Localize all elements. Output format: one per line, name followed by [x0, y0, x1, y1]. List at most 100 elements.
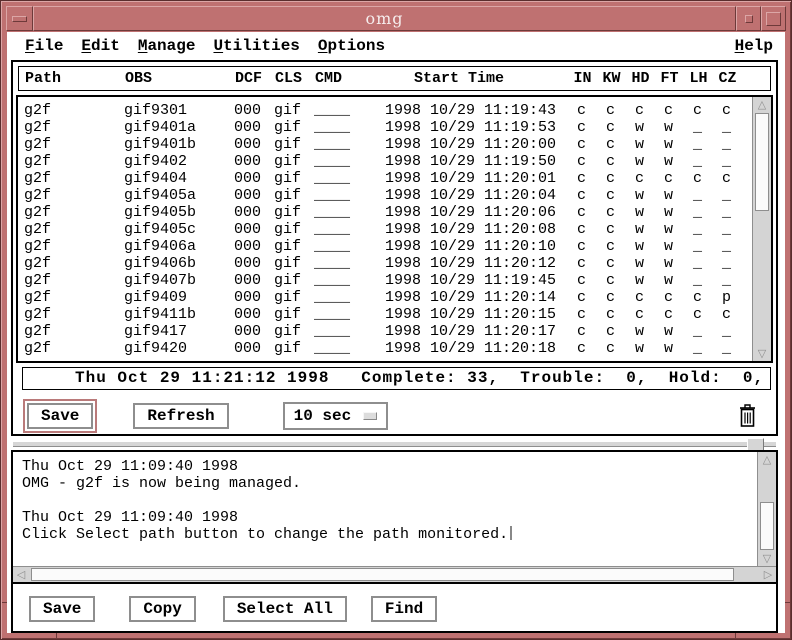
row-cell: c — [683, 170, 712, 187]
row-cell: gif9420 — [124, 340, 234, 357]
row-cell: _ — [712, 153, 741, 170]
header-lh: LH — [684, 70, 713, 87]
interval-option-menu[interactable]: 10 sec — [283, 402, 389, 430]
row-cell: w — [654, 323, 683, 340]
row-cell: w — [625, 136, 654, 153]
menu-item-file[interactable]: File — [16, 35, 72, 57]
table-row[interactable]: g2fgif9411b000gif____1998 10/29 11:20:15… — [24, 306, 771, 323]
menu-item-manage[interactable]: Manage — [129, 35, 205, 57]
table-row[interactable]: g2fgif9401b000gif____1998 10/29 11:20:00… — [24, 136, 771, 153]
row-cell: ____ — [314, 340, 385, 357]
log-scroll-thumb[interactable] — [760, 502, 774, 550]
table-row[interactable]: g2fgif9402000gif____1998 10/29 11:19:50c… — [24, 153, 771, 170]
table-row[interactable]: g2fgif9404000gif____1998 10/29 11:20:01c… — [24, 170, 771, 187]
scroll-down-icon[interactable]: ▽ — [753, 346, 771, 361]
row-cell: gif — [274, 238, 314, 255]
row-cell: w — [654, 255, 683, 272]
row-cell: c — [567, 255, 596, 272]
header-kw: KW — [597, 70, 626, 87]
row-cell: w — [654, 238, 683, 255]
table-row[interactable]: g2fgif9406b000gif____1998 10/29 11:20:12… — [24, 255, 771, 272]
titlebar[interactable]: omg — [6, 6, 786, 31]
table-row[interactable]: g2fgif9409000gif____1998 10/29 11:20:14c… — [24, 289, 771, 306]
window-menu-button[interactable] — [6, 6, 33, 31]
trash-button[interactable] — [738, 403, 757, 428]
row-cell: w — [654, 153, 683, 170]
log-save-button[interactable]: Save — [29, 596, 95, 622]
table-row[interactable]: g2fgif9405a000gif____1998 10/29 11:20:04… — [24, 187, 771, 204]
row-cell: 000 — [234, 272, 274, 289]
row-cell: 1998 10/29 11:20:04 — [385, 187, 567, 204]
row-cell: ____ — [314, 136, 385, 153]
row-cell: gif — [274, 289, 314, 306]
scroll-up-icon[interactable]: △ — [753, 97, 771, 112]
row-cell: g2f — [24, 221, 124, 238]
row-cell: _ — [683, 136, 712, 153]
row-cell: c — [596, 204, 625, 221]
table-row[interactable]: g2fgif9406a000gif____1998 10/29 11:20:10… — [24, 238, 771, 255]
log-line — [22, 492, 756, 509]
log-vertical-scrollbar[interactable]: △ ▽ — [757, 452, 776, 566]
menu-item-help[interactable]: Help — [723, 35, 785, 57]
row-cell: 000 — [234, 187, 274, 204]
row-cell: w — [625, 119, 654, 136]
menu-item-utilities[interactable]: Utilities — [204, 35, 308, 57]
save-button[interactable]: Save — [27, 403, 93, 429]
log-hscroll-thumb[interactable] — [31, 568, 734, 581]
row-cell: c — [567, 323, 596, 340]
table-row[interactable]: g2fgif9405c000gif____1998 10/29 11:20:08… — [24, 221, 771, 238]
row-cell: c — [625, 289, 654, 306]
row-cell: 000 — [234, 119, 274, 136]
maximize-button[interactable] — [761, 6, 786, 31]
table-row[interactable]: g2fgif9401a000gif____1998 10/29 11:19:53… — [24, 119, 771, 136]
log-text-area[interactable]: Thu Oct 29 11:09:40 1998OMG - g2f is now… — [13, 452, 756, 566]
scroll-left-icon[interactable]: ◁ — [13, 567, 29, 582]
table-vertical-scrollbar[interactable]: △ ▽ — [752, 97, 771, 361]
scroll-down-icon[interactable]: ▽ — [758, 551, 776, 566]
row-cell: c — [654, 102, 683, 119]
row-cell: 000 — [234, 323, 274, 340]
row-cell: _ — [712, 119, 741, 136]
row-cell: 1998 10/29 11:20:08 — [385, 221, 567, 238]
log-pane: Thu Oct 29 11:09:40 1998OMG - g2f is now… — [11, 450, 778, 633]
row-cell: c — [596, 255, 625, 272]
table-row[interactable]: g2fgif9407b000gif____1998 10/29 11:19:45… — [24, 272, 771, 289]
menu-item-options[interactable]: Options — [309, 35, 394, 57]
row-cell: ____ — [314, 187, 385, 204]
minimize-button[interactable] — [736, 6, 761, 31]
row-cell: w — [654, 204, 683, 221]
scroll-right-icon[interactable]: ▷ — [760, 567, 776, 582]
row-cell: ____ — [314, 272, 385, 289]
row-cell: c — [712, 102, 741, 119]
table-scroll-thumb[interactable] — [755, 113, 769, 211]
row-cell: 000 — [234, 289, 274, 306]
row-cell: c — [712, 170, 741, 187]
frame-notch — [785, 602, 790, 603]
row-cell: ____ — [314, 119, 385, 136]
select-all-button[interactable]: Select All — [223, 596, 347, 622]
row-cell: c — [567, 153, 596, 170]
app-window: omg FileEditManageUtilitiesOptions Help … — [0, 0, 792, 640]
header-start-time: Start Time — [386, 70, 568, 87]
row-cell: w — [654, 340, 683, 357]
row-cell: w — [625, 153, 654, 170]
table-row[interactable]: g2fgif9301000gif____1998 10/29 11:19:43c… — [24, 102, 771, 119]
refresh-button[interactable]: Refresh — [133, 403, 228, 429]
row-cell: w — [625, 272, 654, 289]
row-cell: c — [625, 170, 654, 187]
menu-item-edit[interactable]: Edit — [72, 35, 128, 57]
row-cell: _ — [683, 153, 712, 170]
scroll-up-icon[interactable]: △ — [758, 452, 776, 467]
table-row[interactable]: g2fgif9420000gif____1998 10/29 11:20:18c… — [24, 340, 771, 357]
row-cell: gif9406a — [124, 238, 234, 255]
copy-button[interactable]: Copy — [129, 596, 195, 622]
find-button[interactable]: Find — [371, 596, 437, 622]
row-cell: 1998 10/29 11:19:53 — [385, 119, 567, 136]
table-row[interactable]: g2fgif9405b000gif____1998 10/29 11:20:06… — [24, 204, 771, 221]
row-cell: w — [654, 136, 683, 153]
log-actions: Save Copy Select All Find — [29, 596, 776, 622]
table-row[interactable]: g2fgif9417000gif____1998 10/29 11:20:17c… — [24, 323, 771, 340]
row-cell: _ — [712, 204, 741, 221]
log-horizontal-scrollbar[interactable]: ◁ ▷ — [13, 566, 776, 582]
job-list[interactable]: g2fgif9301000gif____1998 10/29 11:19:43c… — [16, 95, 773, 363]
